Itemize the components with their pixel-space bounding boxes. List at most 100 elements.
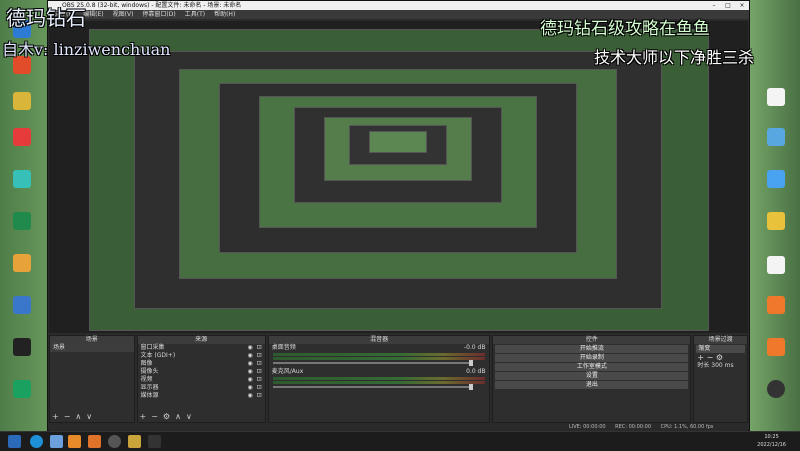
maximize-icon[interactable]: □ (721, 1, 735, 10)
app-icon[interactable] (88, 435, 101, 448)
desktop-icon[interactable] (2, 296, 42, 315)
menu-edit[interactable]: 编辑(E) (83, 10, 103, 19)
start-icon[interactable] (8, 435, 21, 448)
desktop-icon[interactable] (2, 338, 42, 357)
minimize-icon[interactable]: – (707, 1, 721, 10)
add-icon[interactable]: + (140, 412, 147, 421)
duration-value[interactable]: 300 ms (711, 362, 733, 369)
lock-icon[interactable]: ⊡ (257, 344, 262, 352)
desktop-icon[interactable] (2, 170, 42, 189)
add-icon[interactable]: + (697, 353, 704, 362)
start-recording-button[interactable]: 开始录制 (495, 354, 689, 362)
app-icon[interactable] (128, 435, 141, 448)
source-label: 媒体源 (140, 392, 159, 399)
desktop-icon[interactable] (2, 128, 42, 147)
eye-icon[interactable]: ◉ (248, 392, 253, 400)
source-label: 窗口采集 (140, 344, 165, 351)
clock[interactable]: 10:25 2022/12/16 (757, 433, 786, 449)
eye-icon[interactable]: ◉ (248, 368, 253, 376)
eye-icon[interactable]: ◉ (248, 376, 253, 384)
volume-slider[interactable] (272, 360, 474, 366)
eye-icon[interactable]: ◉ (248, 384, 253, 392)
lock-icon[interactable]: ⊡ (257, 368, 262, 376)
eye-icon[interactable]: ◉ (248, 352, 253, 360)
window-title: OBS 25.0.8 (32-bit, windows) - 配置文件: 未命名… (62, 2, 242, 9)
close-icon[interactable]: × (735, 1, 749, 10)
desktop-icon[interactable] (756, 128, 796, 147)
menu-docks[interactable]: 停靠窗口(D) (142, 10, 175, 19)
desktop-icon[interactable] (756, 296, 796, 315)
exit-button[interactable]: 退出 (495, 381, 689, 389)
gear-icon[interactable]: ⚙ (163, 412, 170, 421)
desktop-icon[interactable] (2, 380, 42, 399)
lock-icon[interactable]: ⊡ (257, 352, 262, 360)
transition-select[interactable]: 渐变 (696, 345, 745, 353)
source-item[interactable]: 视频 ◉ ⊡ (138, 376, 265, 384)
desktop-icon[interactable] (756, 256, 796, 275)
app-icon[interactable] (148, 435, 161, 448)
remove-icon[interactable]: − (151, 412, 158, 421)
overlay-text: 德玛钻石 (6, 6, 86, 30)
mixer-channel-name: 桌面音频 -0.0 dB (269, 344, 490, 352)
audio-meter (272, 377, 486, 380)
desktop-icon[interactable] (756, 170, 796, 189)
rec-time: REC: 00:00:00 (615, 424, 652, 430)
slider-knob[interactable] (469, 384, 474, 390)
eye-icon[interactable]: ◉ (248, 344, 253, 352)
desktop-icon[interactable] (756, 338, 796, 357)
desktop-icon[interactable] (756, 212, 796, 231)
source-item[interactable]: 文本 (GDI+) ◉ ⊡ (138, 352, 265, 360)
gear-icon[interactable]: ⚙ (716, 353, 723, 362)
channel-label: 麦克风/Aux (271, 368, 304, 375)
desktop-icon[interactable] (2, 212, 42, 231)
source-item[interactable]: 媒体源 ◉ ⊡ (138, 392, 265, 400)
slider-knob[interactable] (469, 360, 474, 366)
app-icon[interactable] (50, 435, 63, 448)
start-streaming-button[interactable]: 开始推流 (495, 345, 689, 353)
mixer-header: 混音器 (268, 336, 490, 344)
volume-slider[interactable] (272, 384, 474, 390)
scenes-footer: + − ∧ ∨ (52, 412, 92, 421)
studio-mode-button[interactable]: 工作室模式 (495, 363, 689, 371)
duration-label: 时长 (697, 362, 710, 369)
title-bar: OBS 25.0.8 (32-bit, windows) - 配置文件: 未命名… (48, 1, 749, 10)
move-up-icon[interactable]: ∧ (175, 412, 181, 421)
move-up-icon[interactable]: ∧ (75, 412, 81, 421)
lock-icon[interactable]: ⊡ (257, 376, 262, 384)
nested-preview (369, 131, 427, 153)
taskbar: 10:25 2022/12/16 (0, 431, 800, 451)
menu-view[interactable]: 视图(V) (113, 10, 134, 19)
desktop-icon[interactable] (756, 88, 796, 107)
move-down-icon[interactable]: ∨ (86, 412, 92, 421)
eye-icon[interactable]: ◉ (248, 360, 253, 368)
lock-icon[interactable]: ⊡ (257, 392, 262, 400)
scenes-dock: 场景 场景 + − ∧ ∨ (49, 335, 135, 423)
source-item[interactable]: 图像 ◉ ⊡ (138, 360, 265, 368)
clock-date: 2022/12/16 (757, 442, 786, 448)
settings-button[interactable]: 设置 (495, 372, 689, 380)
desktop-icon[interactable] (756, 380, 796, 399)
menu-help[interactable]: 帮助(H) (214, 10, 235, 19)
app-icon[interactable] (68, 435, 81, 448)
source-label: 文本 (GDI+) (140, 352, 176, 359)
source-item[interactable]: 窗口采集 ◉ ⊡ (138, 344, 265, 352)
obs-icon[interactable] (108, 435, 121, 448)
controls-header: 控件 (493, 336, 691, 344)
scene-item[interactable]: 场景 (50, 344, 134, 352)
mixer-dock: 混音器 桌面音频 -0.0 dB 麦克风/Aux 0.0 dB (267, 335, 491, 423)
source-item[interactable]: 显示器 ◉ ⊡ (138, 384, 265, 392)
edge-icon[interactable] (30, 435, 43, 448)
remove-icon[interactable]: − (707, 353, 714, 362)
move-down-icon[interactable]: ∨ (186, 412, 192, 421)
lock-icon[interactable]: ⊡ (257, 360, 262, 368)
desktop-icon[interactable] (2, 92, 42, 111)
source-item[interactable]: 摄像头 ◉ ⊡ (138, 368, 265, 376)
lock-icon[interactable]: ⊡ (257, 384, 262, 392)
remove-icon[interactable]: − (64, 412, 71, 421)
desktop-icon[interactable] (2, 254, 42, 273)
menu-tools[interactable]: 工具(T) (185, 10, 205, 19)
add-icon[interactable]: + (52, 412, 59, 421)
transitions-header: 场景过渡 (694, 336, 747, 344)
duration-row: 时长 300 ms (694, 362, 747, 370)
source-label: 图像 (140, 360, 153, 367)
